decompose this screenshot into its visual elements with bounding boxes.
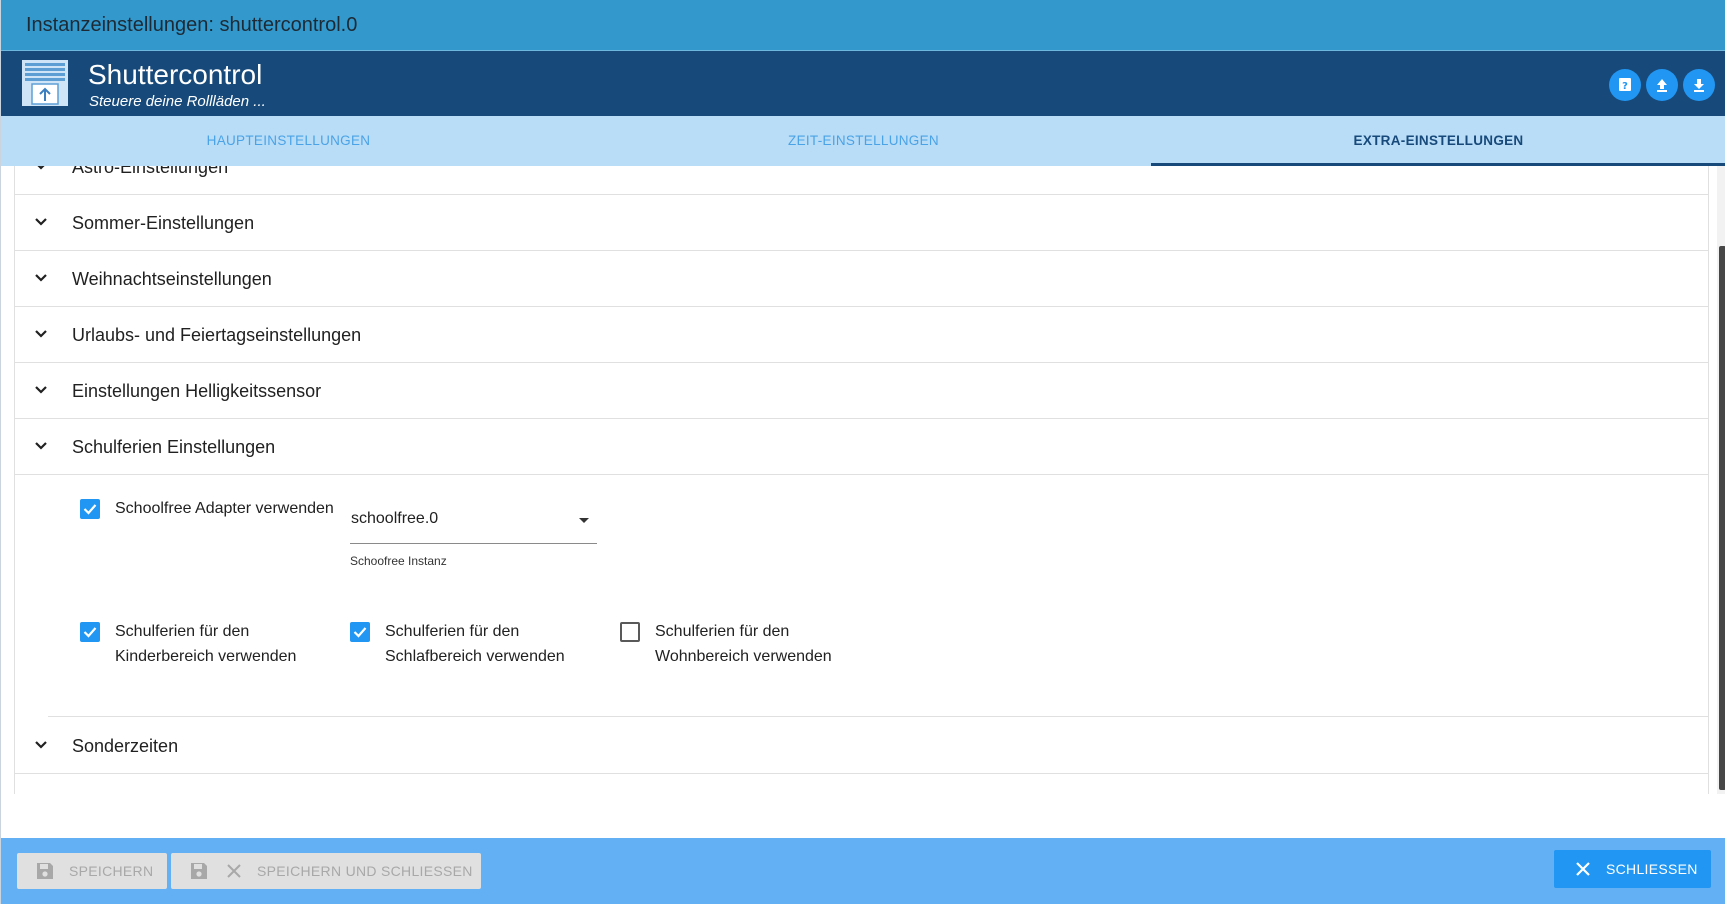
accordion-label: Einstellungen Helligkeitssensor (72, 381, 322, 401)
tab-extra-einstellungen[interactable]: EXTRA-EINSTELLUNGEN (1151, 116, 1725, 166)
dialog-footer: SPEICHERN SPEICHERN UND SCHLIESSEN SCHLI… (1, 838, 1725, 904)
wohnbereich-label: Schulferien für den Wohnbereich verwende… (655, 623, 832, 665)
download-button[interactable] (1683, 69, 1715, 101)
upload-button[interactable] (1646, 69, 1678, 101)
accordion-weihnachten[interactable]: Weihnachtseinstellungen (15, 251, 1708, 307)
kinderbereich-label: Schulferien für den Kinderbereich verwen… (115, 623, 297, 665)
dialog-window: Instanzeinstellungen: shuttercontrol.0 S… (0, 0, 1725, 904)
chevron-down-icon (35, 330, 47, 338)
save-button-label: SPEICHERN (69, 863, 154, 879)
save-and-close-label: SPEICHERN UND SCHLIESSEN (257, 863, 473, 879)
content-spacer (1, 794, 1725, 838)
svg-text:?: ? (1622, 81, 1628, 92)
chevron-down-icon (37, 166, 45, 170)
schlafbereich-checkbox[interactable] (350, 622, 370, 642)
accordion-helligkeitssensor[interactable]: Einstellungen Helligkeitssensor (15, 363, 1708, 419)
settings-tabs: HAUPTEINSTELLUNGEN ZEIT-EINSTELLUNGEN EX… (1, 116, 1725, 166)
accordion-label: Urlaubs- und Feiertagseinstellungen (72, 325, 362, 345)
close-icon (1576, 862, 1590, 876)
app-title: Shuttercontrol (88, 59, 263, 90)
floppy-disk-icon (191, 863, 207, 879)
app-header: Shuttercontrol Steuere deine Rollläden .… (1, 51, 1725, 116)
close-button-label: SCHLIESSEN (1606, 861, 1698, 877)
app-subtitle: Steuere deine Rollläden ... (89, 93, 266, 110)
close-icon (227, 864, 241, 878)
upload-icon (1657, 79, 1667, 92)
tab-zeit-einstellungen[interactable]: ZEIT-EINSTELLUNGEN (576, 116, 1151, 166)
accordion-schulferien[interactable]: Schulferien Einstellungen (15, 419, 1708, 475)
floppy-disk-icon (37, 863, 53, 879)
select-value: schoolfree.0 (351, 510, 439, 527)
help-button[interactable]: ? (1609, 69, 1641, 101)
schoolfree-adapter-checkbox[interactable] (80, 499, 100, 519)
chevron-down-icon (35, 442, 47, 450)
scrollbar-thumb[interactable] (1719, 246, 1725, 790)
accordion-urlaub[interactable]: Urlaubs- und Feiertagseinstellungen (15, 307, 1708, 363)
window-titlebar: Instanzeinstellungen: shuttercontrol.0 (1, 0, 1725, 51)
accordion-sonderzeiten[interactable]: Sonderzeiten (15, 718, 1708, 774)
help-icon: ? (1619, 78, 1631, 92)
download-icon (1694, 79, 1704, 92)
shutter-logo-icon (22, 60, 68, 106)
accordion-astro[interactable]: Astro-Einstellungen (15, 166, 1708, 195)
kinderbereich-checkbox[interactable] (80, 622, 100, 642)
chevron-down-icon (35, 274, 47, 282)
close-button[interactable]: SCHLIESSEN (1554, 850, 1711, 888)
wohnbereich-checkbox[interactable] (620, 622, 640, 642)
accordion-label: Sonderzeiten (72, 736, 179, 756)
schlafbereich-label: Schulferien für den Schlafbereich verwen… (385, 623, 565, 665)
accordion-label: Weihnachtseinstellungen (72, 269, 272, 289)
accordion-label: Astro-Einstellungen (72, 166, 229, 177)
check-icon (83, 627, 97, 638)
chevron-down-icon (35, 386, 47, 394)
panel-divider (48, 716, 1708, 717)
schoolfree-adapter-label: Schoolfree Adapter verwenden (115, 500, 334, 517)
window-title: Instanzeinstellungen: shuttercontrol.0 (26, 14, 358, 36)
tab-haupteinstellungen[interactable]: HAUPTEINSTELLUNGEN (1, 116, 576, 166)
schoolfree-instance-select[interactable]: schoolfree.0 (350, 496, 597, 544)
select-helper-text: Schoofree Instanz (350, 554, 447, 568)
chevron-down-icon (35, 218, 47, 226)
accordion-label: Schulferien Einstellungen (72, 437, 276, 457)
chevron-down-icon (35, 741, 47, 749)
save-button[interactable]: SPEICHERN (17, 853, 167, 889)
accordion-sommer[interactable]: Sommer-Einstellungen (15, 195, 1708, 251)
dropdown-arrow-icon (579, 518, 589, 523)
check-icon (83, 504, 97, 515)
settings-content: Astro-Einstellungen Sommer-Einstellungen… (14, 166, 1709, 794)
save-and-close-button[interactable]: SPEICHERN UND SCHLIESSEN (171, 853, 481, 889)
accordion-label: Sommer-Einstellungen (72, 213, 255, 233)
check-icon (353, 627, 367, 638)
